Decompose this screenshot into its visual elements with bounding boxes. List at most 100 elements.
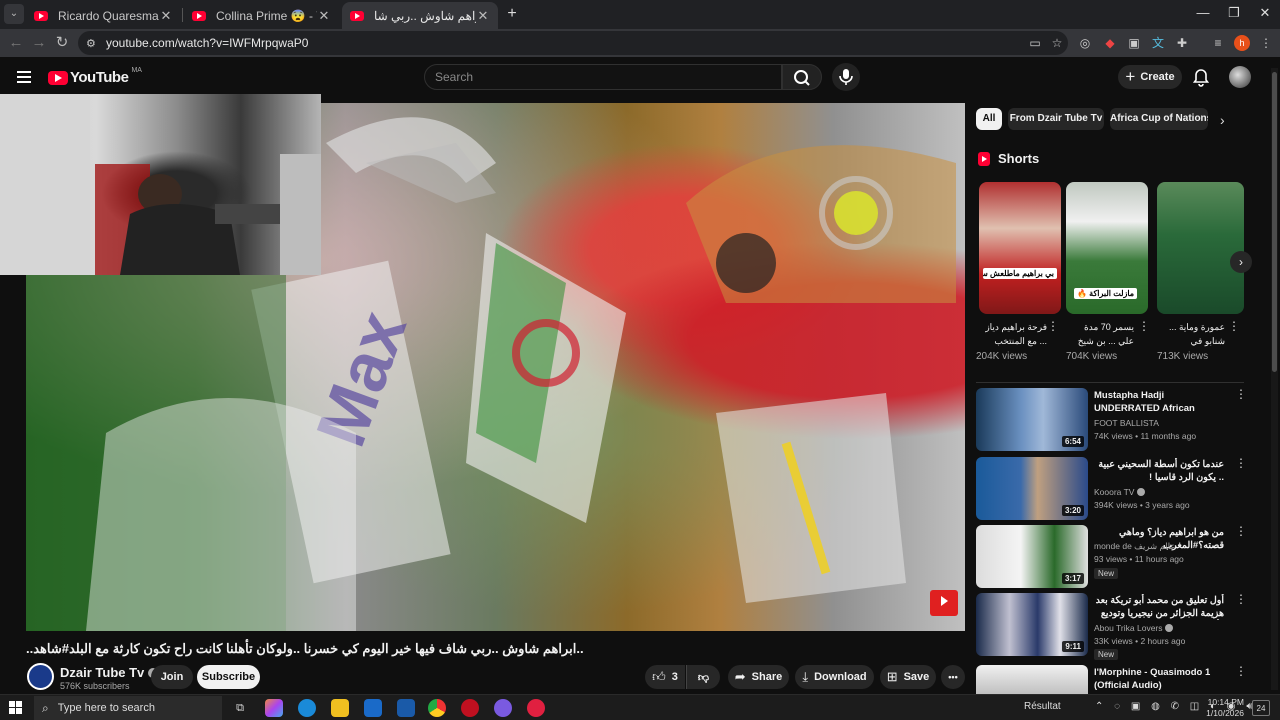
more-vert-icon[interactable]: ⋮: [1235, 525, 1247, 537]
channel-avatar[interactable]: [27, 663, 54, 690]
profile-icon[interactable]: h: [1234, 35, 1250, 51]
video-title[interactable]: عندما تكون أسطة السحيني عبية .. يكون الر…: [1094, 458, 1224, 484]
recommendation-item[interactable]: l'Morphine - Quasimodo 1 (Official Audio…: [976, 665, 1244, 694]
short-title[interactable]: يسمر 70 مدة علي ... بن شيخ يملك: [1066, 320, 1134, 348]
close-tab-icon[interactable]: ✕: [159, 8, 173, 24]
extension-translate-icon[interactable]: 文: [1150, 35, 1166, 51]
windows-start-icon[interactable]: [9, 701, 22, 714]
youtube-logo[interactable]: YouTube MA: [48, 67, 142, 86]
join-button[interactable]: Join: [151, 665, 193, 689]
chevron-right-icon[interactable]: ›: [1220, 112, 1225, 128]
voice-search-button[interactable]: [832, 63, 860, 91]
channel-name-text[interactable]: Abou Trika Lovers: [1094, 623, 1163, 633]
notifications-bell-icon[interactable]: [1192, 67, 1210, 92]
reload-icon[interactable]: ↻: [52, 33, 72, 53]
video-thumbnail[interactable]: 3:20: [976, 457, 1088, 520]
short-thumbnail-1[interactable]: بي براهيم ماطلعش ساهل 😂😂😂: [979, 182, 1061, 314]
file-explorer-icon[interactable]: [331, 699, 349, 717]
recommendation-item[interactable]: 6:54 Mustapha Hadji UNDERRATED African L…: [976, 388, 1247, 452]
browser-tab-3-active[interactable]: شاهد..ابراهم شاوش ..ربي شا# ✕: [342, 2, 498, 29]
video-title[interactable]: أول تعليق من محمد أبو تريكة بعد هزيمة ال…: [1094, 594, 1224, 620]
video-title[interactable]: Mustapha Hadji UNDERRATED African LEGEND: [1094, 389, 1224, 415]
dislike-button[interactable]: 👎︎: [686, 665, 720, 689]
back-arrow-icon[interactable]: ←: [6, 33, 26, 53]
menu-hamburger-icon[interactable]: [17, 71, 31, 83]
outlook-icon[interactable]: [397, 699, 415, 717]
address-bar[interactable]: ⚙ youtube.com/watch?v=IWFMrpqwaP0 ▭ ☆: [78, 31, 1068, 55]
chip-africa-cup[interactable]: Africa Cup of Nations: [1110, 108, 1208, 130]
minimize-button[interactable]: —: [1188, 5, 1218, 20]
search-button[interactable]: [782, 64, 822, 90]
share-button[interactable]: ➦ Share: [728, 665, 789, 689]
clock[interactable]: 10:14 PM 1/10/2026: [1194, 697, 1244, 719]
download-button[interactable]: ⤓ Download: [795, 665, 874, 689]
video-thumbnail[interactable]: 6:54: [976, 388, 1088, 451]
browser-menu-icon[interactable]: ⋮: [1258, 35, 1274, 51]
bookmark-star-icon[interactable]: ☆: [1046, 36, 1068, 50]
app-pink-icon[interactable]: [527, 699, 545, 717]
close-window-button[interactable]: ✕: [1250, 5, 1280, 21]
more-vert-icon[interactable]: ⋮: [1138, 320, 1150, 332]
channel-name[interactable]: Abou Trika Lovers: [1094, 623, 1173, 633]
chip-from-channel[interactable]: From Dzair Tube Tv: [1008, 108, 1104, 130]
channel-name[interactable]: FOOT BALLISTA: [1094, 418, 1159, 428]
more-vert-icon[interactable]: ⋮: [1047, 320, 1059, 332]
chevron-right-icon[interactable]: ›: [1230, 251, 1252, 273]
forward-arrow-icon[interactable]: →: [29, 33, 49, 53]
short-thumbnail-2[interactable]: مازلت البراكة 🔥: [1066, 182, 1148, 314]
close-tab-icon[interactable]: ✕: [317, 8, 331, 24]
extensions-puzzle-icon[interactable]: ✚: [1174, 35, 1190, 51]
save-button[interactable]: ⊞ Save: [880, 665, 936, 689]
site-info-icon[interactable]: ⚙: [86, 37, 102, 50]
task-view-icon[interactable]: ⧉: [231, 699, 249, 717]
channel-name-text[interactable]: Dzair Tube Tv: [60, 665, 144, 680]
short-thumbnail-3[interactable]: [1157, 182, 1244, 314]
more-vert-icon[interactable]: ⋮: [1235, 388, 1247, 400]
subscribe-watermark-icon[interactable]: [930, 590, 958, 616]
extension-glasses-icon[interactable]: ◎: [1077, 35, 1093, 51]
notifications-button[interactable]: 24: [1252, 700, 1270, 716]
subscribe-button[interactable]: Subscribe: [197, 665, 260, 689]
browser-tab-2[interactable]: Collina Prime 😨 - YouTube ✕: [184, 2, 339, 29]
channel-name[interactable]: monde de عالم شريف: [1094, 541, 1175, 552]
channel-name[interactable]: Dzair Tube Tv: [60, 665, 159, 680]
channel-name-text[interactable]: Kooora TV: [1094, 487, 1134, 497]
close-tab-icon[interactable]: ✕: [476, 8, 490, 24]
video-thumbnail[interactable]: 9:11: [976, 593, 1088, 656]
restore-button[interactable]: ❐: [1219, 5, 1249, 21]
short-title[interactable]: عمورة وماية ... شنابو في: [1157, 320, 1225, 348]
microsoft-store-icon[interactable]: [364, 699, 382, 717]
scrollbar-thumb[interactable]: [1272, 72, 1277, 372]
extension-badge-icon[interactable]: ◆: [1102, 35, 1118, 51]
edge-browser-icon[interactable]: [298, 699, 316, 717]
channel-name[interactable]: Kooora TV: [1094, 487, 1145, 497]
recommendation-item[interactable]: 9:11 أول تعليق من محمد أبو تريكة بعد هزي…: [976, 593, 1247, 660]
more-vert-icon[interactable]: ⋮: [1235, 665, 1244, 677]
account-avatar[interactable]: [1229, 66, 1251, 88]
video-title[interactable]: l'Morphine - Quasimodo 1 (Official Audio…: [1094, 666, 1224, 692]
more-vert-icon[interactable]: ⋮: [1228, 320, 1240, 332]
reading-list-icon[interactable]: ≡: [1210, 35, 1226, 51]
browser-tab-1[interactable]: Ricardo Quaresma - When Foot ✕: [26, 2, 181, 29]
taskbar-search[interactable]: ⌕ Type here to search: [34, 696, 222, 720]
copilot-icon[interactable]: [265, 699, 283, 717]
cast-icon[interactable]: ▭: [1024, 36, 1046, 50]
recommendation-item[interactable]: 3:17 من هو ابراهيم دياز؟ وماهي قصته؟#الم…: [976, 525, 1247, 589]
recommendation-item[interactable]: 3:20 عندما تكون أسطة السحيني عبية .. يكو…: [976, 457, 1247, 521]
extension-box-icon[interactable]: ▣: [1126, 35, 1142, 51]
like-button[interactable]: 👍︎ 3: [645, 665, 685, 689]
more-vert-icon[interactable]: ⋮: [1235, 593, 1247, 605]
video-thumbnail[interactable]: 3:17: [976, 525, 1088, 588]
app-red-icon[interactable]: [461, 699, 479, 717]
chip-all[interactable]: All: [976, 108, 1002, 130]
more-actions-button[interactable]: •••: [941, 665, 965, 689]
search-box[interactable]: [424, 64, 782, 90]
tab-search-button[interactable]: ⌄: [4, 4, 24, 24]
chrome-icon[interactable]: [428, 699, 446, 717]
weather-widget[interactable]: Résultat: [1024, 701, 1061, 712]
more-vert-icon[interactable]: ⋮: [1235, 457, 1247, 469]
short-title[interactable]: فرحة براهيم دياز ... مع المنتخب: [979, 320, 1047, 348]
app-purple-icon[interactable]: [494, 699, 512, 717]
url-text[interactable]: youtube.com/watch?v=IWFMrpqwaP0: [106, 36, 1024, 50]
video-thumbnail[interactable]: [976, 665, 1088, 694]
